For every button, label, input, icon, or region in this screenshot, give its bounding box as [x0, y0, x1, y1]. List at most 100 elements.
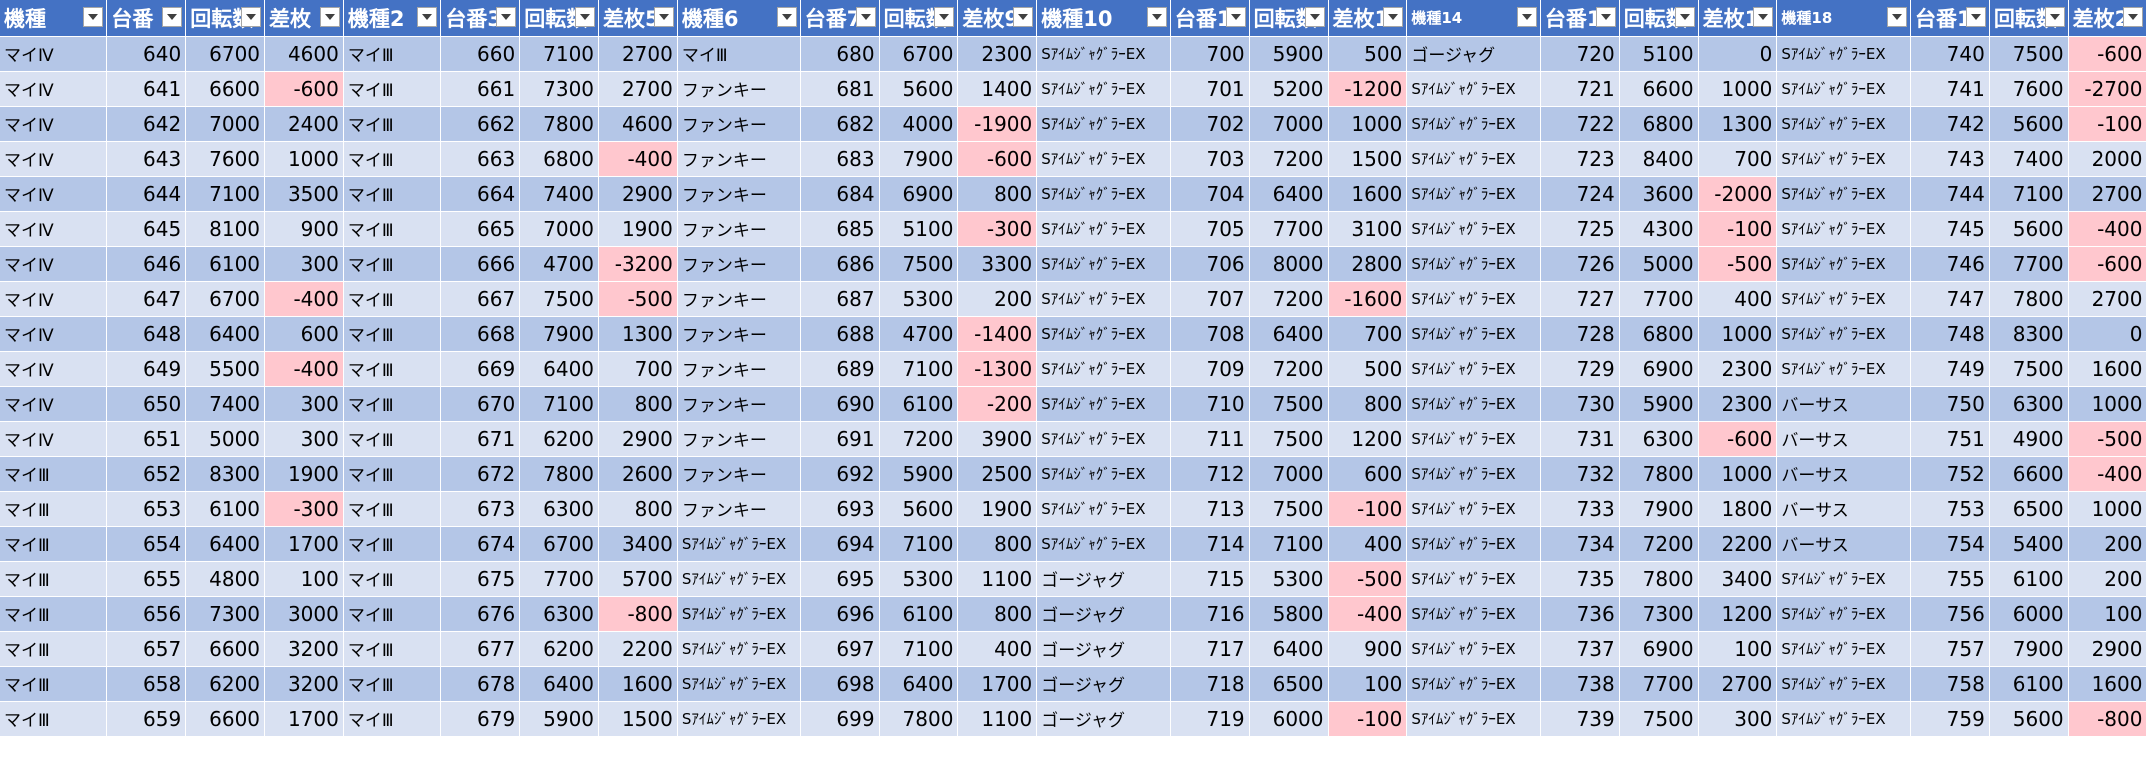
- table-cell[interactable]: 5700: [598, 561, 678, 597]
- table-cell[interactable]: 400: [1698, 281, 1778, 317]
- table-cell[interactable]: マイⅢ: [343, 596, 442, 632]
- table-cell[interactable]: 676: [440, 596, 521, 632]
- table-cell[interactable]: 738: [1540, 666, 1620, 702]
- table-cell[interactable]: 658: [106, 666, 187, 702]
- table-cell[interactable]: 5300: [879, 281, 959, 317]
- table-cell[interactable]: 7900: [519, 316, 600, 352]
- table-cell[interactable]: 0: [2068, 316, 2147, 352]
- table-cell[interactable]: マイⅢ: [343, 211, 442, 247]
- table-cell[interactable]: 5900: [519, 701, 600, 737]
- table-cell[interactable]: SｱｲﾑｼﾞｬｸﾞﾗｰEX: [677, 596, 801, 632]
- table-cell[interactable]: 4600: [264, 36, 344, 72]
- table-cell[interactable]: SｱｲﾑｼﾞｬｸﾞﾗｰEX: [1776, 176, 1911, 212]
- table-cell[interactable]: 640: [106, 36, 187, 72]
- table-cell[interactable]: -200: [957, 386, 1038, 422]
- table-cell[interactable]: バーサス: [1776, 456, 1911, 492]
- table-cell[interactable]: SｱｲﾑｼﾞｬｸﾞﾗｰEX: [1776, 561, 1911, 597]
- table-cell[interactable]: 7300: [185, 596, 266, 632]
- table-cell[interactable]: 6500: [1989, 491, 2069, 527]
- table-cell[interactable]: マイⅢ: [343, 71, 442, 107]
- table-cell[interactable]: 7600: [1989, 71, 2069, 107]
- table-cell[interactable]: 646: [106, 246, 187, 282]
- table-cell[interactable]: 6800: [519, 141, 600, 177]
- table-cell[interactable]: 2900: [598, 176, 678, 212]
- table-cell[interactable]: 759: [1910, 701, 1990, 737]
- table-cell[interactable]: 6000: [1249, 701, 1329, 737]
- filter-dropdown-icon[interactable]: [653, 7, 674, 27]
- table-cell[interactable]: 3200: [264, 631, 344, 667]
- table-cell[interactable]: 710: [1170, 386, 1250, 422]
- table-cell[interactable]: 5100: [1619, 36, 1699, 72]
- table-cell[interactable]: 7200: [879, 421, 959, 457]
- table-cell[interactable]: 713: [1170, 491, 1250, 527]
- table-cell[interactable]: 694: [800, 526, 880, 562]
- table-cell[interactable]: 656: [106, 596, 187, 632]
- table-cell[interactable]: 100: [1328, 666, 1408, 702]
- table-cell[interactable]: 642: [106, 106, 187, 142]
- table-cell[interactable]: 1700: [264, 526, 344, 562]
- table-cell[interactable]: 691: [800, 421, 880, 457]
- table-cell[interactable]: 1400: [957, 71, 1038, 107]
- table-cell[interactable]: 728: [1540, 316, 1620, 352]
- table-cell[interactable]: 717: [1170, 631, 1250, 667]
- column-header-17[interactable]: 台番15: [1540, 0, 1620, 37]
- filter-dropdown-icon[interactable]: [1887, 7, 1907, 27]
- table-cell[interactable]: 669: [440, 351, 521, 387]
- table-cell[interactable]: マイⅣ: [0, 106, 108, 142]
- table-cell[interactable]: 300: [264, 421, 344, 457]
- column-header-12[interactable]: 機種10: [1036, 0, 1171, 37]
- table-cell[interactable]: -500: [1328, 561, 1408, 597]
- table-cell[interactable]: 7000: [185, 106, 266, 142]
- table-cell[interactable]: 6400: [1249, 316, 1329, 352]
- table-cell[interactable]: 641: [106, 71, 187, 107]
- table-cell[interactable]: 5300: [1249, 561, 1329, 597]
- table-cell[interactable]: 900: [264, 211, 344, 247]
- table-cell[interactable]: マイⅢ: [343, 421, 442, 457]
- table-cell[interactable]: 800: [598, 491, 678, 527]
- table-cell[interactable]: 1900: [598, 211, 678, 247]
- table-cell[interactable]: ファンキー: [677, 491, 801, 527]
- table-cell[interactable]: 6400: [185, 526, 266, 562]
- table-cell[interactable]: 2300: [1698, 386, 1778, 422]
- table-cell[interactable]: 6500: [1249, 666, 1329, 702]
- table-cell[interactable]: 1600: [1328, 176, 1408, 212]
- table-cell[interactable]: -100: [1328, 491, 1408, 527]
- table-cell[interactable]: -600: [2068, 246, 2147, 282]
- table-cell[interactable]: SｱｲﾑｼﾞｬｸﾞﾗｰEX: [677, 631, 801, 667]
- table-cell[interactable]: 686: [800, 246, 880, 282]
- table-cell[interactable]: SｱｲﾑｼﾞｬｸﾞﾗｰEX: [1036, 456, 1171, 492]
- table-cell[interactable]: 688: [800, 316, 880, 352]
- table-cell[interactable]: SｱｲﾑｼﾞｬｸﾞﾗｰEX: [1406, 141, 1541, 177]
- table-cell[interactable]: マイⅣ: [0, 176, 108, 212]
- table-cell[interactable]: SｱｲﾑｼﾞｬｸﾞﾗｰEX: [1776, 36, 1911, 72]
- table-cell[interactable]: 7800: [519, 106, 600, 142]
- table-cell[interactable]: 5300: [879, 561, 959, 597]
- table-cell[interactable]: 6400: [519, 666, 600, 702]
- table-cell[interactable]: 696: [800, 596, 880, 632]
- table-cell[interactable]: 693: [800, 491, 880, 527]
- table-cell[interactable]: 1200: [1698, 596, 1778, 632]
- table-cell[interactable]: SｱｲﾑｼﾞｬｸﾞﾗｰEX: [1406, 526, 1541, 562]
- table-cell[interactable]: 7500: [1989, 351, 2069, 387]
- table-cell[interactable]: 7500: [1249, 491, 1329, 527]
- table-cell[interactable]: SｱｲﾑｼﾞｬｸﾞﾗｰEX: [1036, 316, 1171, 352]
- table-cell[interactable]: 7900: [879, 141, 959, 177]
- table-cell[interactable]: 756: [1910, 596, 1990, 632]
- table-cell[interactable]: 714: [1170, 526, 1250, 562]
- table-cell[interactable]: 100: [2068, 596, 2147, 632]
- table-cell[interactable]: マイⅢ: [0, 631, 108, 667]
- table-cell[interactable]: マイⅣ: [0, 281, 108, 317]
- table-cell[interactable]: 400: [957, 631, 1038, 667]
- table-cell[interactable]: 6100: [879, 596, 959, 632]
- table-cell[interactable]: SｱｲﾑｼﾞｬｸﾞﾗｰEX: [1406, 596, 1541, 632]
- filter-dropdown-icon[interactable]: [1965, 7, 1986, 27]
- table-cell[interactable]: 7800: [879, 701, 959, 737]
- table-cell[interactable]: 7000: [1249, 106, 1329, 142]
- table-cell[interactable]: 8300: [1989, 316, 2069, 352]
- table-cell[interactable]: 6100: [1989, 666, 2069, 702]
- table-cell[interactable]: マイⅢ: [343, 666, 442, 702]
- table-cell[interactable]: 2300: [1698, 351, 1778, 387]
- table-cell[interactable]: 748: [1910, 316, 1990, 352]
- table-cell[interactable]: 2900: [598, 421, 678, 457]
- table-cell[interactable]: 6900: [1619, 631, 1699, 667]
